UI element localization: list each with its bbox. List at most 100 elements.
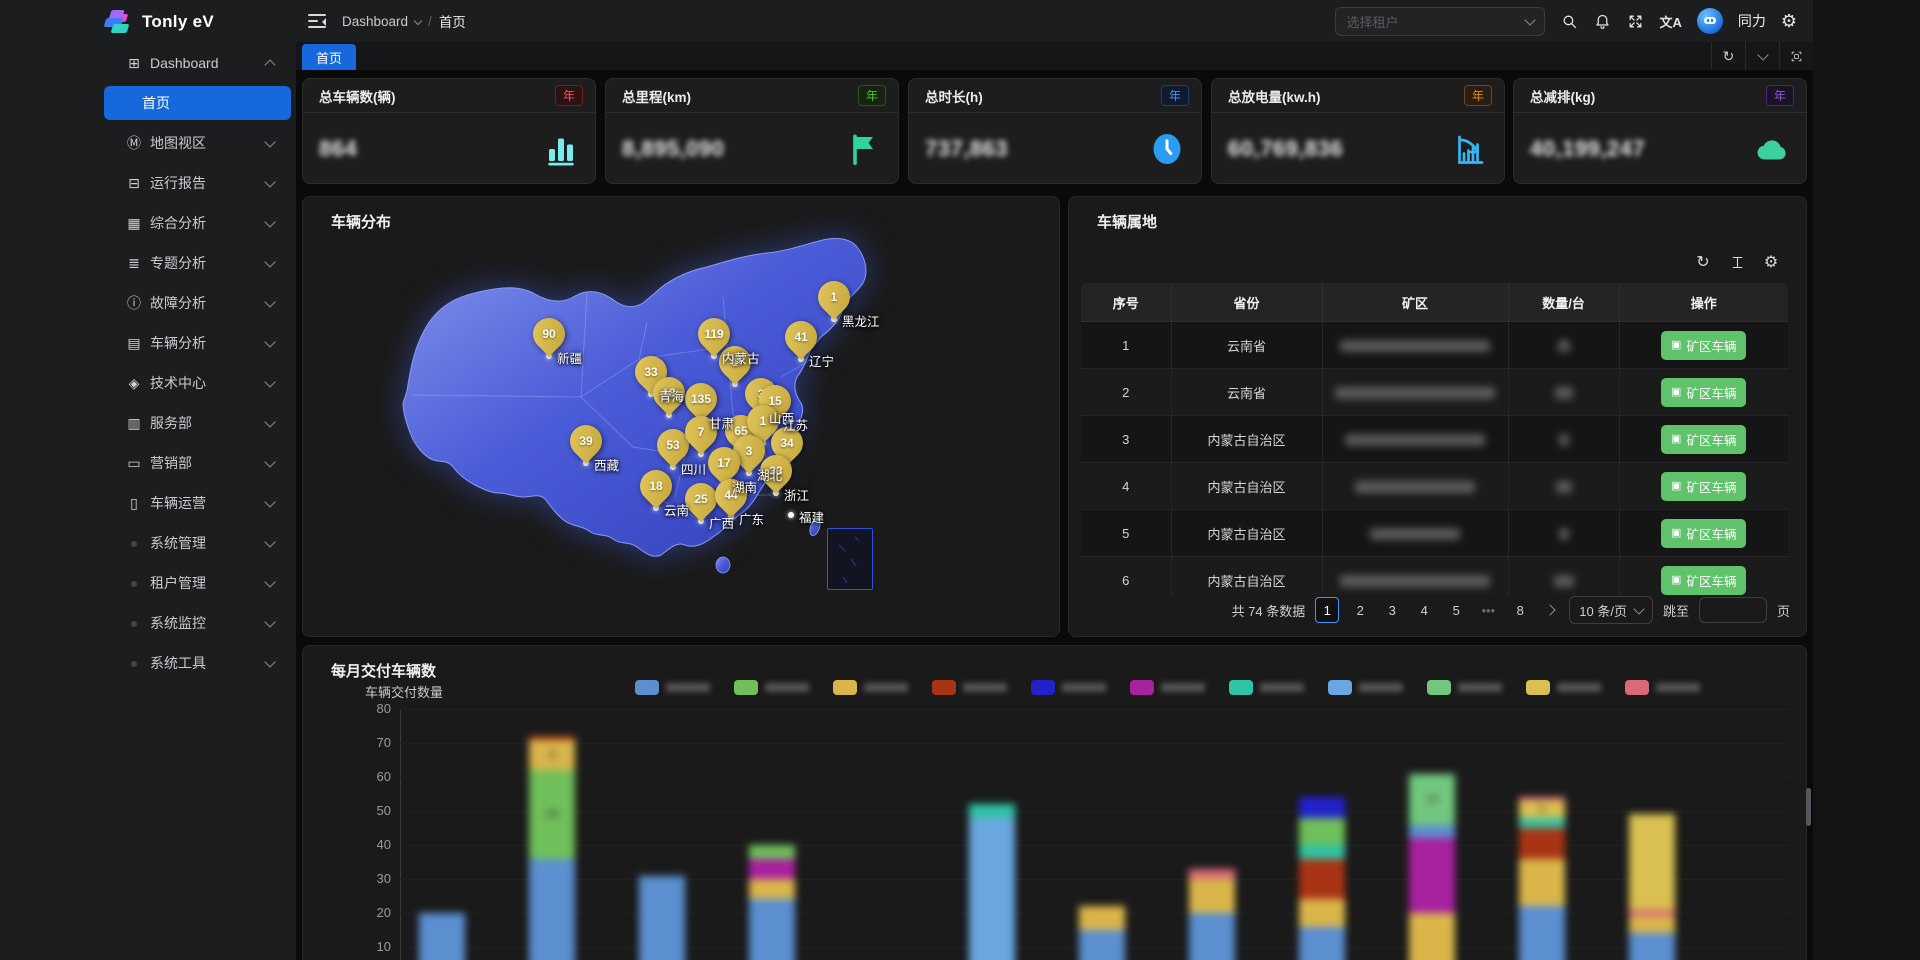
page-button-8[interactable]: 8 (1509, 598, 1531, 622)
bar-segment[interactable]: 26 (529, 770, 575, 859)
bar-segment[interactable]: 15 (1409, 773, 1455, 825)
bar-segment[interactable] (1189, 868, 1235, 879)
legend-item[interactable] (1526, 680, 1601, 695)
bar-segment[interactable] (1629, 909, 1675, 917)
sidebar-item-运行报告[interactable]: ⊟ 运行报告 (0, 163, 296, 203)
map-marker-label: 甘肃 (709, 417, 735, 431)
translate-icon[interactable]: 文A (1659, 12, 1681, 31)
bar-segment[interactable] (1409, 838, 1455, 913)
legend-item[interactable] (1229, 680, 1304, 695)
sidebar-item-技术中心[interactable]: ◈ 技术中心 (0, 363, 296, 403)
sidebar-item-营销部[interactable]: ▭ 营销部 (0, 443, 296, 483)
tab-home[interactable]: 首页 (302, 44, 357, 70)
username[interactable]: 同力 (1738, 11, 1766, 31)
legend-item[interactable] (932, 680, 1007, 695)
bar-segment[interactable] (749, 858, 795, 879)
bar-segment[interactable] (1299, 817, 1345, 845)
bar-segment[interactable] (749, 845, 795, 859)
bar-segment[interactable] (1299, 926, 1345, 960)
bar-segment[interactable] (1299, 858, 1345, 900)
sidebar-item-系统监控[interactable]: ● 系统监控 (0, 603, 296, 643)
mine-vehicles-button[interactable]: ▣ 矿区车辆 (1661, 518, 1747, 548)
sidebar-item-地图视区[interactable]: Ⓜ 地图视区 (0, 123, 296, 163)
sidebar-item-Dashboard[interactable]: ⊞ Dashboard (0, 43, 296, 83)
bar-segment[interactable] (969, 817, 1015, 960)
bar-segment[interactable] (1519, 828, 1565, 859)
bar-segment[interactable] (1629, 814, 1675, 910)
legend-item[interactable] (833, 680, 908, 695)
sidebar-item-车辆运营[interactable]: ▯ 车辆运营 (0, 483, 296, 523)
maximize-icon[interactable] (1779, 42, 1813, 70)
bar-segment[interactable] (1629, 933, 1675, 960)
chevron-down-icon (1524, 13, 1537, 26)
page-button-5[interactable]: 5 (1445, 598, 1467, 622)
bar-segment[interactable] (419, 913, 465, 960)
bar-segment[interactable] (1189, 913, 1235, 960)
page-button-4[interactable]: 4 (1413, 598, 1435, 622)
legend-item[interactable] (1625, 680, 1700, 695)
legend-item[interactable] (1130, 680, 1205, 695)
bar-segment[interactable] (529, 736, 575, 740)
sidebar-item-车辆分析[interactable]: ▤ 车辆分析 (0, 323, 296, 363)
bar-segment[interactable] (749, 879, 795, 900)
sidebar-item-故障分析[interactable]: ⓘ 故障分析 (0, 283, 296, 323)
mine-vehicles-button[interactable]: ▣ 矿区车辆 (1661, 471, 1747, 501)
breadcrumb-root[interactable]: Dashboard (342, 14, 408, 29)
page-size-select[interactable]: 10 条/页 (1569, 596, 1653, 624)
legend-item[interactable] (635, 680, 710, 695)
sidebar-subitem-首页[interactable]: 首页 (104, 86, 291, 120)
next-page-button[interactable] (1541, 598, 1559, 622)
fullscreen-icon[interactable] (1626, 12, 1644, 30)
mine-vehicles-button[interactable]: ▣ 矿区车辆 (1661, 377, 1747, 407)
bar-segment[interactable] (1079, 906, 1125, 930)
mine-vehicles-button[interactable]: ▣ 矿区车辆 (1661, 565, 1747, 595)
bar-segment[interactable] (1299, 797, 1345, 818)
tenant-select[interactable]: 选择租户 (1335, 6, 1546, 36)
sidebar-item-系统管理[interactable]: ● 系统管理 (0, 523, 296, 563)
bar-segment[interactable] (969, 804, 1015, 818)
scrollbar-thumb[interactable] (1806, 788, 1811, 826)
mine-vehicles-button[interactable]: ▣ 矿区车辆 (1661, 424, 1747, 454)
bar-segment[interactable] (1519, 906, 1565, 960)
bar-segment[interactable] (1629, 916, 1675, 934)
sidebar-item-综合分析[interactable]: ▦ 综合分析 (0, 203, 296, 243)
bar-segment[interactable] (1519, 858, 1565, 907)
bar-segment[interactable] (639, 875, 685, 960)
bar-segment[interactable]: 9 (529, 739, 575, 771)
page-button-2[interactable]: 2 (1349, 598, 1371, 622)
sidebar-item-服务部[interactable]: ▥ 服务部 (0, 403, 296, 443)
bar-segment[interactable] (1299, 845, 1345, 859)
bell-icon[interactable] (1593, 12, 1611, 30)
sidebar-item-租户管理[interactable]: ● 租户管理 (0, 563, 296, 603)
bar-segment[interactable] (529, 858, 575, 960)
legend-item[interactable] (1427, 680, 1502, 695)
breadcrumb-current[interactable]: 首页 (439, 11, 466, 31)
column-height-icon[interactable] (1728, 253, 1746, 271)
avatar[interactable] (1696, 8, 1723, 34)
page-button-3[interactable]: 3 (1381, 598, 1403, 622)
jump-page-input[interactable] (1698, 597, 1767, 623)
gear-icon[interactable]: ⚙ (1781, 12, 1797, 30)
bar-segment[interactable]: 5 (1519, 800, 1565, 818)
legend-item[interactable] (734, 680, 809, 695)
bar-segment[interactable] (1519, 817, 1565, 828)
gear-icon[interactable]: ⚙ (1762, 253, 1780, 271)
mine-vehicles-button[interactable]: ▣ 矿区车辆 (1661, 330, 1747, 360)
refresh-icon[interactable]: ↻ (1711, 42, 1745, 70)
sidebar-item-系统工具[interactable]: ● 系统工具 (0, 643, 296, 683)
refresh-icon[interactable]: ↻ (1694, 253, 1712, 271)
bar-segment[interactable] (1409, 824, 1455, 839)
bar-segment[interactable] (1409, 913, 1455, 960)
bar-segment[interactable] (1299, 899, 1345, 927)
bar-segment[interactable] (749, 899, 795, 960)
legend-item[interactable] (1031, 680, 1106, 695)
chevron-down-icon[interactable] (1745, 42, 1779, 70)
bar-segment[interactable] (1519, 797, 1565, 801)
bar-segment[interactable] (1189, 879, 1235, 913)
search-icon[interactable] (1560, 12, 1578, 30)
sidebar-item-专题分析[interactable]: ≣ 专题分析 (0, 243, 296, 283)
legend-item[interactable] (1328, 680, 1403, 695)
menu-fold-icon[interactable] (308, 14, 326, 28)
bar-segment[interactable] (1079, 930, 1125, 960)
page-button-1[interactable]: 1 (1315, 597, 1340, 623)
